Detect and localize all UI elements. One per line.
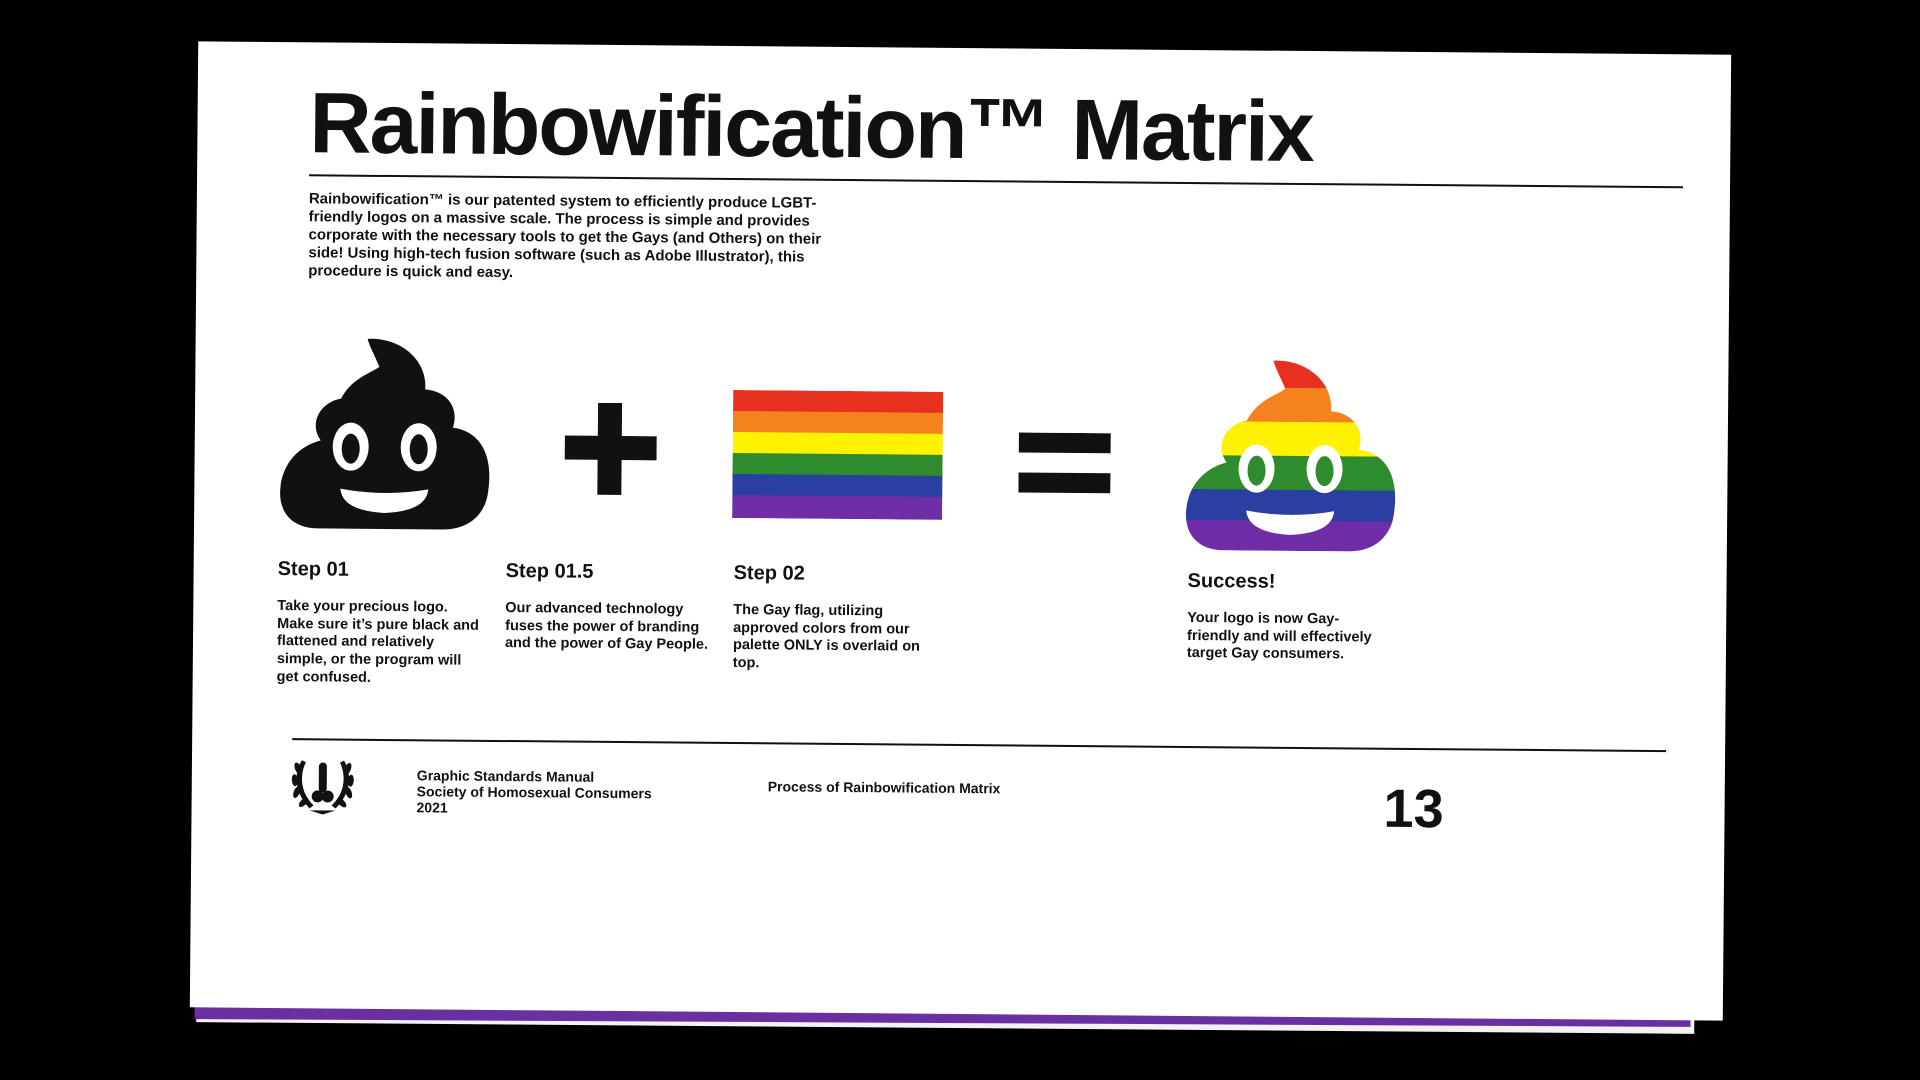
footer-section-title: Process of Rainbowification Matrix: [767, 778, 1001, 797]
footer-rule: [292, 738, 1667, 753]
page-title: Rainbowification™ Matrix: [309, 75, 1314, 181]
success-description: Your logo is now Gay-friendly and will e…: [1186, 609, 1372, 663]
step-02-description: The Gay flag, utilizing approved colors …: [732, 602, 921, 672]
plus-icon: [564, 402, 657, 496]
step-01-title: Step 01: [277, 558, 349, 581]
laurel-crest-icon: [291, 760, 354, 815]
step-02-title: Step 02: [733, 562, 805, 585]
footer-publication-info: Graphic Standards Manual Society of Homo…: [416, 767, 651, 817]
footer-society-name: Society of Homosexual Consumers: [416, 783, 652, 802]
step-015-description: Our advanced technology fuses the power …: [504, 600, 709, 654]
success-title: Success!: [1187, 569, 1276, 593]
equals-icon: [1018, 432, 1111, 494]
pile-of-poo-icon: [280, 338, 490, 530]
manual-page: Rainbowification™ Matrix Rainbowificatio…: [189, 41, 1732, 1021]
intro-paragraph: Rainbowification™ is our patented system…: [308, 190, 822, 282]
rainbow-flag-icon: [732, 390, 944, 520]
footer-year: 2021: [416, 799, 448, 816]
page-number: 13: [1383, 778, 1444, 840]
rainbow-pile-of-poo-icon: [1185, 359, 1397, 552]
step-01-description: Take your precious logo. Make sure it’s …: [276, 598, 479, 686]
step-015-title: Step 01.5: [505, 560, 594, 583]
